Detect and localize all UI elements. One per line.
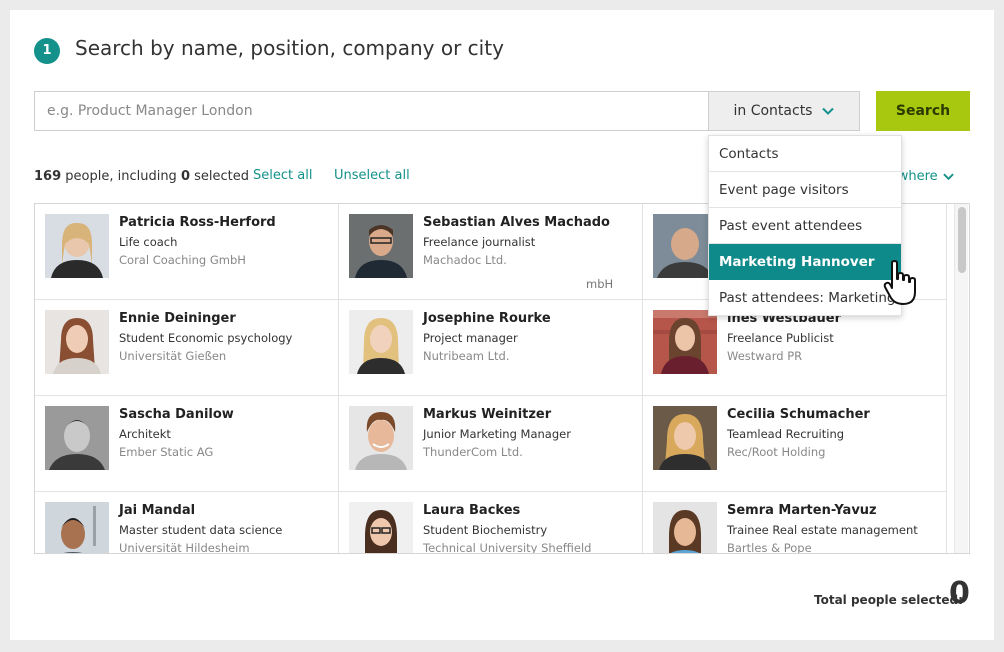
scope-select-label: in Contacts bbox=[733, 103, 813, 119]
dropdown-item-marketing-hannover[interactable]: Marketing Hannover bbox=[709, 244, 901, 280]
person-position: Trainee Real estate management bbox=[727, 523, 918, 537]
person-company: Rec/Root Holding bbox=[727, 445, 826, 459]
person-position: Student Biochemistry bbox=[423, 523, 548, 537]
person-card[interactable]: Markus Weinitzer Junior Marketing Manage… bbox=[339, 396, 643, 492]
scope-select[interactable]: in Contacts bbox=[708, 91, 860, 131]
total-selected-label: Total people selected: bbox=[814, 593, 963, 607]
select-all-link[interactable]: Select all bbox=[253, 168, 312, 183]
person-company: Universität Hildesheim bbox=[119, 541, 250, 554]
person-card[interactable]: Ennie Deininger Student Economic psychol… bbox=[35, 300, 339, 396]
unselect-all-link[interactable]: Unselect all bbox=[334, 168, 410, 183]
page-title: Search by name, position, company or cit… bbox=[75, 36, 504, 60]
chevron-down-icon bbox=[822, 107, 835, 115]
scrollbar[interactable] bbox=[954, 204, 968, 553]
person-name: Patricia Ross-Herford bbox=[119, 215, 276, 230]
avatar bbox=[45, 406, 109, 470]
person-company: Ember Static AG bbox=[119, 445, 214, 459]
person-name: Sascha Danilow bbox=[119, 407, 234, 422]
avatar bbox=[349, 214, 413, 278]
step-badge: 1 bbox=[34, 38, 60, 64]
person-name: Ennie Deininger bbox=[119, 311, 236, 326]
person-name: Semra Marten-Yavuz bbox=[727, 503, 877, 518]
person-card[interactable]: Cecilia Schumacher Teamlead Recruiting R… bbox=[643, 396, 947, 492]
person-position: Architekt bbox=[119, 427, 171, 441]
avatar bbox=[349, 502, 413, 553]
person-card[interactable]: Josephine Rourke Project manager Nutribe… bbox=[339, 300, 643, 396]
avatar bbox=[349, 406, 413, 470]
person-card[interactable]: Sascha Danilow Architekt Ember Static AG bbox=[35, 396, 339, 492]
search-button[interactable]: Search bbox=[876, 91, 970, 131]
total-selected-value: 0 bbox=[949, 576, 970, 611]
person-position: Freelance journalist bbox=[423, 235, 536, 249]
chevron-down-icon bbox=[942, 173, 954, 181]
person-company: Westward PR bbox=[727, 349, 803, 363]
person-position: Project manager bbox=[423, 331, 518, 345]
dropdown-item-past-event-attendees[interactable]: Past event attendees bbox=[709, 208, 901, 244]
hand-pointer-cursor-icon bbox=[883, 260, 916, 305]
person-name: Sebastian Alves Machado bbox=[423, 215, 610, 230]
person-card[interactable]: Laura Backes Student Biochemistry Techni… bbox=[339, 492, 643, 554]
person-card[interactable]: Patricia Ross-Herford Life coach Coral C… bbox=[35, 204, 339, 300]
person-name: Josephine Rourke bbox=[423, 311, 551, 326]
dropdown-item-past-attendees-marketing[interactable]: Past attendees: Marketing... bbox=[709, 280, 901, 316]
person-name: Cecilia Schumacher bbox=[727, 407, 870, 422]
person-name: Jai Mandal bbox=[119, 503, 196, 518]
avatar bbox=[349, 310, 413, 374]
avatar bbox=[45, 214, 109, 278]
search-input[interactable] bbox=[34, 91, 710, 131]
person-company: Universität Gießen bbox=[119, 349, 227, 363]
person-company: Technical University Sheffield bbox=[423, 541, 592, 554]
person-position: Student Economic psychology bbox=[119, 331, 293, 345]
avatar bbox=[45, 310, 109, 374]
person-company: ThunderCom Ltd. bbox=[423, 445, 523, 459]
company-suffix: mbH bbox=[586, 277, 614, 291]
scope-dropdown-menu: Contacts Event page visitors Past event … bbox=[708, 135, 902, 316]
person-company: Bartles & Pope bbox=[727, 541, 812, 554]
avatar bbox=[653, 502, 717, 553]
person-position: Freelance Publicist bbox=[727, 331, 834, 345]
avatar bbox=[45, 502, 109, 553]
person-card[interactable]: Semra Marten-Yavuz Trainee Real estate m… bbox=[643, 492, 947, 554]
person-name: Laura Backes bbox=[423, 503, 521, 518]
person-position: Teamlead Recruiting bbox=[727, 427, 845, 441]
results-count: 169 people, including 0 selected bbox=[34, 169, 250, 184]
dropdown-item-contacts[interactable]: Contacts bbox=[709, 136, 901, 172]
person-company: Nutribeam Ltd. bbox=[423, 349, 510, 363]
person-name: Markus Weinitzer bbox=[423, 407, 552, 422]
search-panel: 1 Search by name, position, company or c… bbox=[10, 10, 994, 640]
dropdown-item-event-page-visitors[interactable]: Event page visitors bbox=[709, 172, 901, 208]
scrollbar-thumb[interactable] bbox=[958, 207, 966, 273]
person-position: Master student data science bbox=[119, 523, 283, 537]
avatar bbox=[653, 406, 717, 470]
avatar bbox=[653, 310, 717, 374]
person-card[interactable]: Jai Mandal Master student data science U… bbox=[35, 492, 339, 554]
person-company: Machadoc Ltd. bbox=[423, 253, 507, 267]
person-position: Life coach bbox=[119, 235, 178, 249]
person-position: Junior Marketing Manager bbox=[423, 427, 571, 441]
person-company: Coral Coaching GmbH bbox=[119, 253, 246, 267]
